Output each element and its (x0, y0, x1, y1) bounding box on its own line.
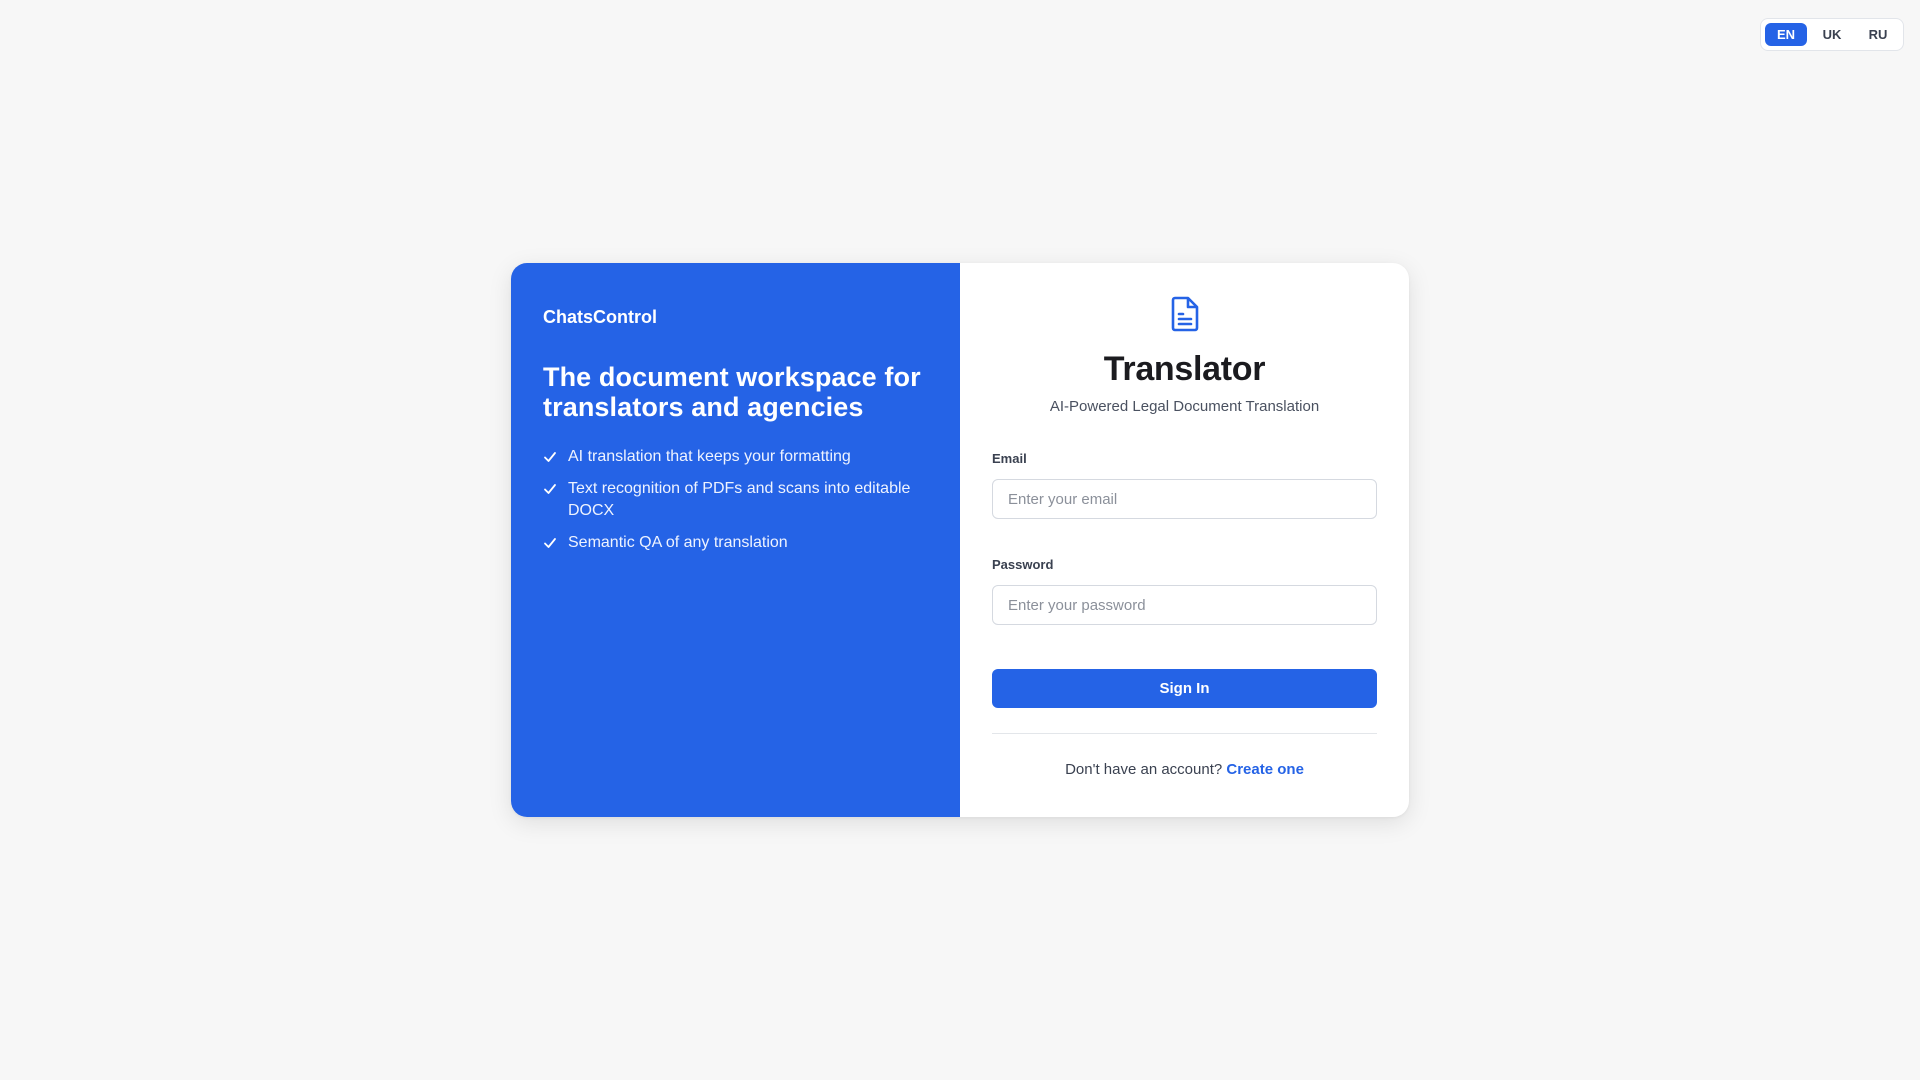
language-option-uk[interactable]: UK (1811, 23, 1853, 46)
language-switcher: EN UK RU (1760, 18, 1904, 51)
check-icon (543, 446, 559, 468)
signup-prompt: Don't have an account? (1065, 761, 1223, 778)
feature-list: AI translation that keeps your formattin… (543, 446, 928, 554)
check-icon (543, 532, 559, 554)
field-spacer (992, 519, 1377, 557)
promo-headline: The document workspace for translators a… (543, 362, 921, 422)
language-option-en[interactable]: EN (1765, 23, 1807, 46)
feature-item: AI translation that keeps your formattin… (543, 446, 928, 468)
login-form-panel: Translator AI-Powered Legal Document Tra… (960, 263, 1409, 817)
create-account-link[interactable]: Create one (1226, 761, 1304, 778)
email-label: Email (992, 451, 1027, 466)
email-input[interactable] (992, 479, 1377, 519)
feature-text: Semantic QA of any translation (568, 534, 788, 551)
brand-name: ChatsControl (543, 307, 657, 327)
check-icon (543, 478, 559, 500)
feature-text: AI translation that keeps your formattin… (568, 448, 851, 465)
sign-in-button[interactable]: Sign In (992, 669, 1377, 708)
language-option-ru[interactable]: RU (1857, 23, 1899, 46)
promo-panel: ChatsControl The document workspace for … (511, 263, 960, 817)
feature-item: Semantic QA of any translation (543, 532, 928, 554)
divider (992, 733, 1377, 734)
signup-prompt-line: Don't have an account? Create one (992, 760, 1377, 780)
password-label: Password (992, 557, 1054, 572)
document-icon (1167, 295, 1203, 333)
password-input[interactable] (992, 585, 1377, 625)
login-card: ChatsControl The document workspace for … (511, 263, 1409, 817)
app-subtitle: AI-Powered Legal Document Translation (1049, 398, 1320, 415)
feature-item: Text recognition of PDFs and scans into … (543, 478, 928, 522)
feature-text: Text recognition of PDFs and scans into … (568, 480, 911, 519)
app-title: Translator (1103, 350, 1266, 388)
